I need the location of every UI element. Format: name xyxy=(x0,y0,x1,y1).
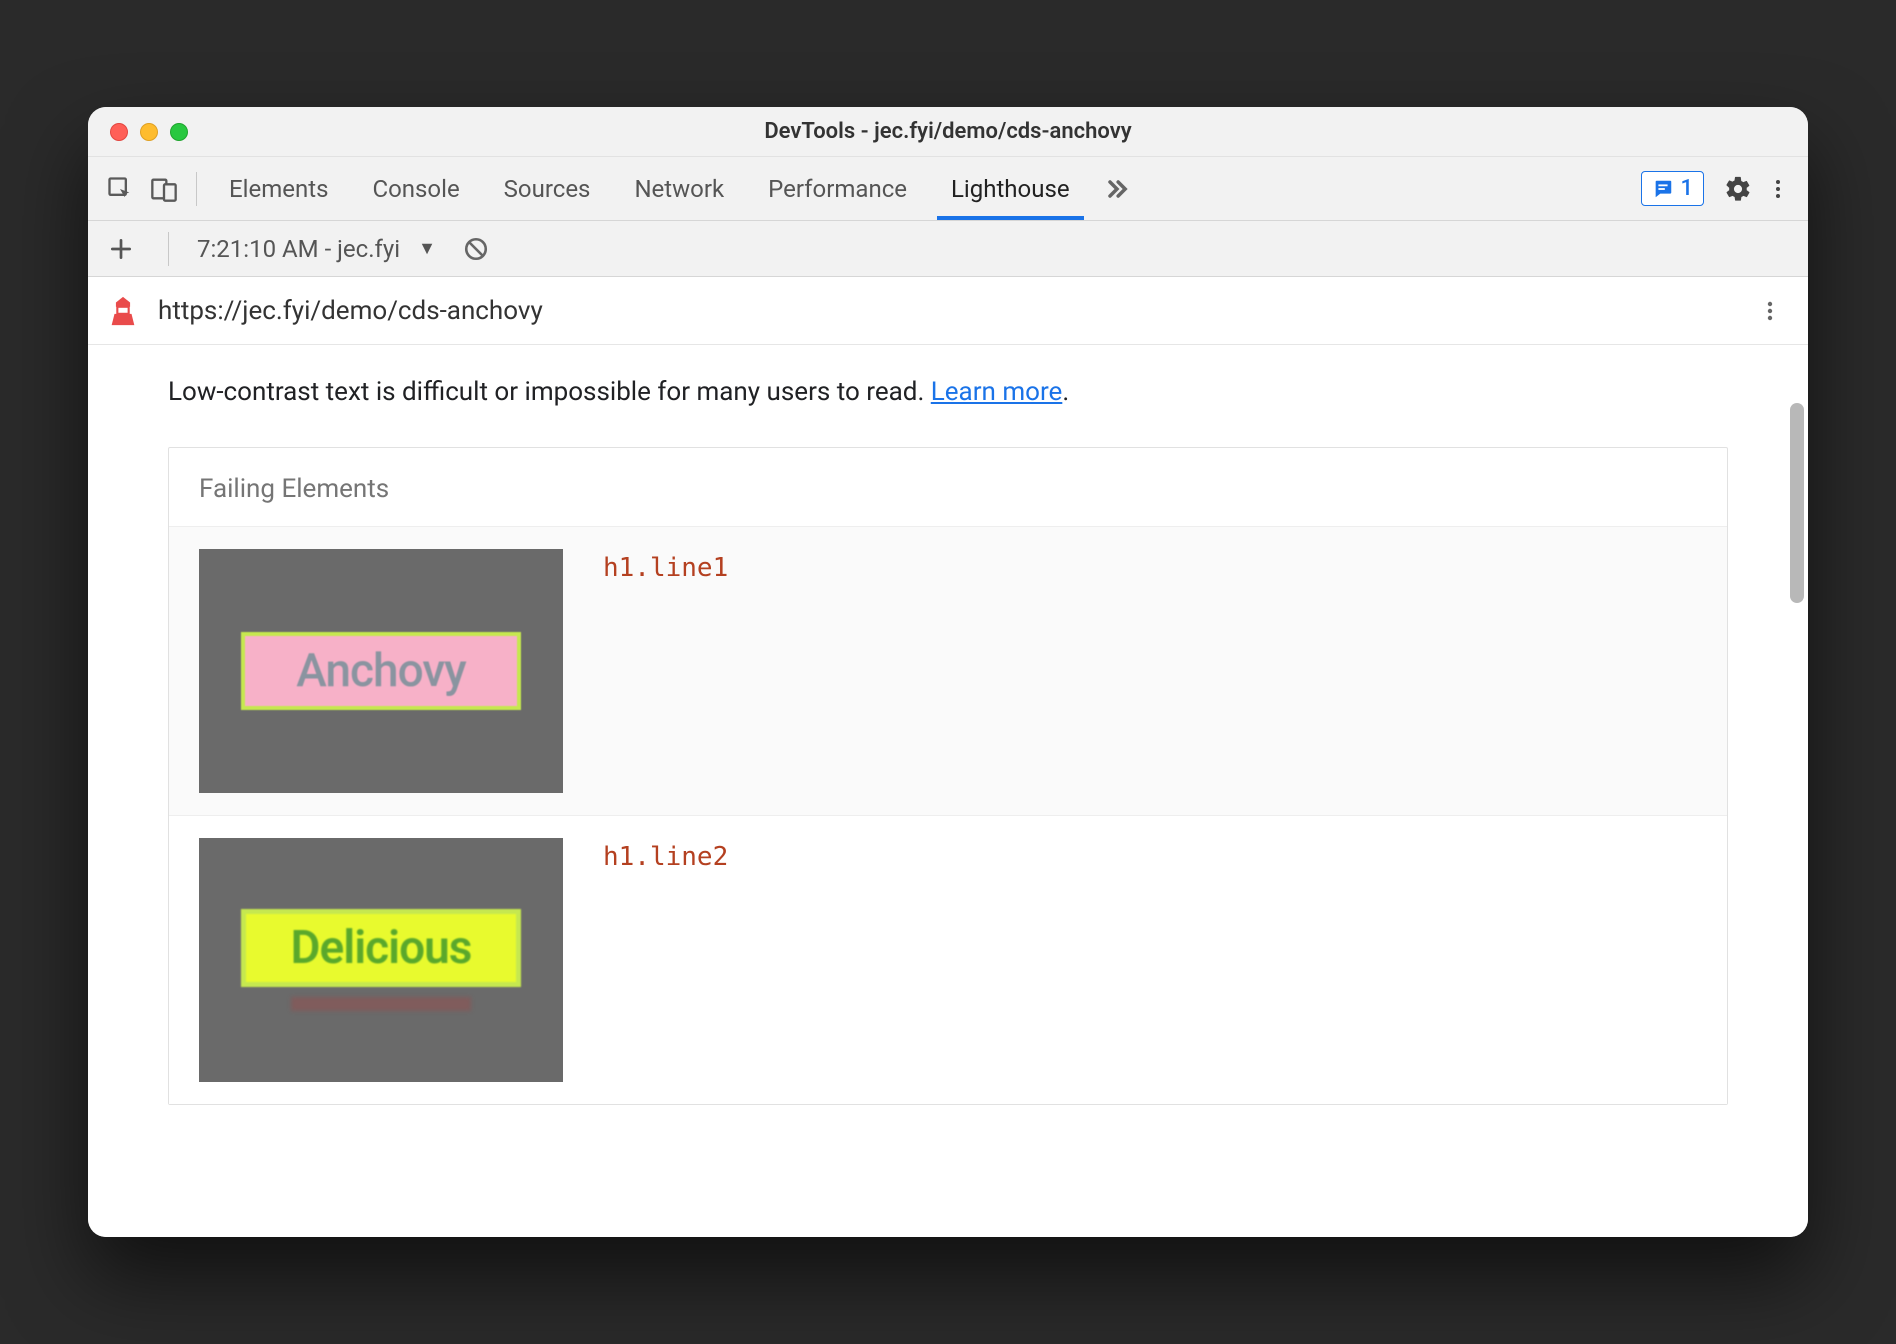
failing-element-row[interactable]: Delicious h1.line2 xyxy=(169,815,1727,1104)
more-tabs-icon[interactable] xyxy=(1092,175,1142,203)
window-zoom-button[interactable] xyxy=(170,123,188,141)
learn-more-link[interactable]: Learn more xyxy=(931,377,1063,407)
report-selector-label: 7:21:10 AM - jec.fyi xyxy=(197,235,400,263)
tab-sources[interactable]: Sources xyxy=(482,157,613,220)
element-selector: h1.line2 xyxy=(603,838,728,872)
failing-elements-panel: Failing Elements Anchovy h1.line1 Delici… xyxy=(168,447,1728,1105)
window-close-button[interactable] xyxy=(110,123,128,141)
failing-element-row[interactable]: Anchovy h1.line1 xyxy=(169,526,1727,815)
device-toggle-icon[interactable] xyxy=(142,167,186,211)
window-title: DevTools - jec.fyi/demo/cds-anchovy xyxy=(88,119,1808,144)
lighthouse-toolbar: 7:21:10 AM - jec.fyi ▼ xyxy=(88,221,1808,277)
element-screenshot: Anchovy xyxy=(199,549,563,793)
toolbar-divider xyxy=(196,172,197,206)
audit-description: Low-contrast text is difficult or imposs… xyxy=(168,377,1728,407)
element-screenshot: Delicious xyxy=(199,838,563,1082)
window-minimize-button[interactable] xyxy=(140,123,158,141)
thumbnail-text: Anchovy xyxy=(241,632,521,710)
tab-label: Network xyxy=(634,175,724,203)
failing-elements-heading: Failing Elements xyxy=(169,448,1727,526)
lighthouse-logo-icon xyxy=(106,294,140,328)
issues-icon xyxy=(1652,178,1674,200)
chevron-down-icon: ▼ xyxy=(418,238,436,259)
report-url: https://jec.fyi/demo/cds-anchovy xyxy=(158,296,543,326)
traffic-lights xyxy=(88,123,188,141)
tab-console[interactable]: Console xyxy=(350,157,481,220)
clear-reports-icon[interactable] xyxy=(454,227,498,271)
tab-label: Sources xyxy=(504,175,591,203)
audit-description-text: Low-contrast text is difficult or imposs… xyxy=(168,377,931,407)
thumbnail-decoration xyxy=(291,997,471,1011)
toolbar-divider xyxy=(168,232,169,266)
report-url-bar: https://jec.fyi/demo/cds-anchovy xyxy=(88,277,1808,345)
devtools-tabsbar: Elements Console Sources Network Perform… xyxy=(88,157,1808,221)
settings-icon[interactable] xyxy=(1718,169,1758,209)
tab-label: Console xyxy=(372,175,459,203)
devtools-window: DevTools - jec.fyi/demo/cds-anchovy Elem… xyxy=(88,107,1808,1237)
scrollbar[interactable] xyxy=(1788,345,1806,1237)
report-menu-icon[interactable] xyxy=(1750,291,1790,331)
tab-lighthouse[interactable]: Lighthouse xyxy=(929,157,1092,220)
devtools-menu-icon[interactable] xyxy=(1758,169,1798,209)
tab-label: Elements xyxy=(229,175,328,203)
new-report-icon[interactable] xyxy=(102,230,140,268)
report-selector[interactable]: 7:21:10 AM - jec.fyi ▼ xyxy=(197,235,436,263)
issues-count: 1 xyxy=(1680,176,1693,201)
tab-elements[interactable]: Elements xyxy=(207,157,350,220)
tabs: Elements Console Sources Network Perform… xyxy=(207,157,1092,220)
tab-label: Lighthouse xyxy=(951,175,1070,203)
lighthouse-report: Low-contrast text is difficult or imposs… xyxy=(88,345,1808,1237)
inspect-element-icon[interactable] xyxy=(98,167,142,211)
tab-performance[interactable]: Performance xyxy=(746,157,929,220)
tab-label: Performance xyxy=(768,175,907,203)
issues-button[interactable]: 1 xyxy=(1641,171,1704,206)
thumbnail-text: Delicious xyxy=(241,909,521,987)
titlebar: DevTools - jec.fyi/demo/cds-anchovy xyxy=(88,107,1808,157)
scrollbar-thumb[interactable] xyxy=(1790,403,1804,603)
element-selector: h1.line1 xyxy=(603,549,728,583)
tab-network[interactable]: Network xyxy=(612,157,746,220)
